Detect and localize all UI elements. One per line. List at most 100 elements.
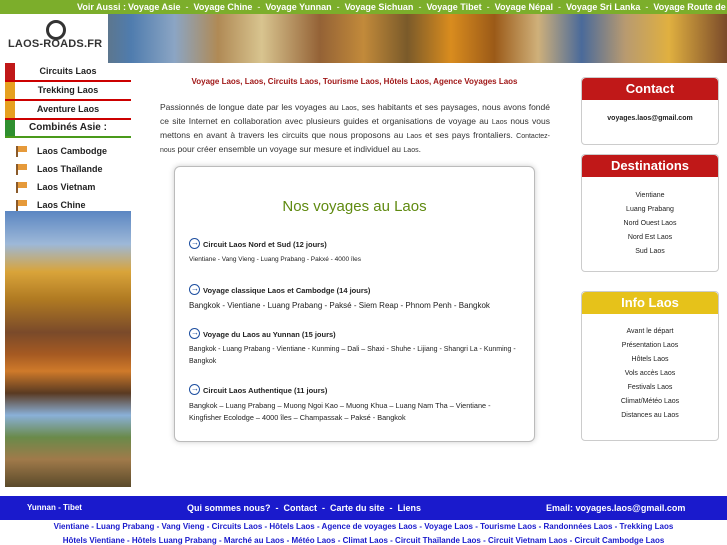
footer-seo-line-2[interactable]: Hôtels Vientiane - Hôtels Luang Prabang … (0, 534, 727, 545)
contact-title: Contact (582, 78, 718, 100)
trip-name[interactable]: Voyage du Laos au Yunnan (15 jours) (203, 330, 336, 339)
footer-email[interactable]: Email: voyages.laos@gmail.com (546, 496, 685, 520)
separator: - (322, 503, 326, 513)
trip-name[interactable]: Circuit Laos Nord et Sud (12 jours) (203, 240, 327, 249)
contact-email-link[interactable]: voyages.laos@gmail.com (582, 112, 718, 126)
separator: - (336, 2, 340, 12)
country-label: Laos Vietnam (37, 182, 96, 192)
sidebar: Circuits Laos Trekking Laos Aventure Lao… (5, 63, 131, 214)
arrow-right-icon (189, 237, 200, 249)
info-link-festivals[interactable]: Festivals Laos (582, 381, 718, 395)
top-bar-links: Voyage Asie - Voyage Chine - Voyage Yunnan - V… (128, 0, 727, 14)
trip-name[interactable]: Circuit Laos Authentique (11 jours) (203, 386, 327, 395)
voyages-title: Nos voyages au Laos (282, 198, 427, 215)
top-bar-link[interactable]: Voyage Sri Lanka (566, 2, 640, 12)
destination-link-sud[interactable]: Sud Laos (582, 245, 718, 259)
intro-text: pour créer ensemble un voyage sur mesure… (175, 144, 404, 154)
sidebar-photo-collage (5, 211, 131, 487)
footer-seo-line-1[interactable]: Vientiane - Luang Prabang - Vang Vieng -… (0, 520, 727, 534)
top-bar-link[interactable]: Voyage Yunnan (265, 2, 331, 12)
separator: - (418, 2, 422, 12)
separator: - (257, 2, 261, 12)
sidebar-item-label: Aventure Laos (36, 104, 100, 114)
destination-link-nord-ouest[interactable]: Nord Ouest Laos (582, 217, 718, 231)
footer-link[interactable]: Liens (398, 503, 422, 513)
destination-link-vientiane[interactable]: Vientiane (582, 189, 718, 203)
arrow-right-icon (189, 327, 200, 339)
info-link-vols[interactable]: Vols accès Laos (582, 367, 718, 381)
info-link-avant-depart[interactable]: Avant le départ (582, 325, 718, 339)
trip-route: Bangkok – Luang Prabang – Muong Ngoi Kao… (189, 401, 491, 422)
arrow-right-icon (189, 383, 200, 395)
top-bar-link[interactable]: Voyage Route de la Soie (653, 2, 727, 12)
info-link-hotels[interactable]: Hôtels Laos (582, 353, 718, 367)
separator: - (389, 503, 393, 513)
intro-paragraph: Passionnés de longue date par les voyage… (160, 101, 550, 157)
top-bar-link[interactable]: Voyage Asie (128, 2, 181, 12)
flag-icon (16, 200, 27, 211)
info-link-distances[interactable]: Distances au Laos (582, 409, 718, 423)
top-bar-link[interactable]: Voyage Sichuan (345, 2, 414, 12)
top-bar-link[interactable]: Voyage Chine (194, 2, 253, 12)
sidebar-marker (5, 101, 15, 118)
separator: - (645, 2, 649, 12)
contact-box: Contact voyages.laos@gmail.com (581, 77, 719, 145)
footer-link[interactable]: Carte du site (330, 503, 385, 513)
info-laos-box: Info Laos Avant le départ Présentation L… (581, 291, 719, 441)
sidebar-item-label: Circuits Laos (39, 66, 97, 76)
sidebar-heading: Combinés Asie : (5, 120, 131, 138)
intro-link[interactable]: Laos (407, 133, 422, 140)
footer-seo-links: Vientiane - Luang Prabang - Vang Vieng -… (0, 520, 727, 545)
trip-item[interactable]: Circuit Laos Nord et Sud (12 jours) Vien… (189, 237, 524, 266)
intro-link[interactable]: Laos (403, 147, 418, 154)
destinations-title: Destinations (582, 155, 718, 177)
sidebar-item-label: Trekking Laos (37, 85, 99, 95)
trip-item[interactable]: Voyage classique Laos et Cambodge (14 jo… (189, 283, 524, 312)
trip-route: Bangkok - Luang Prabang - Vientiane - Ku… (189, 346, 516, 365)
info-link-presentation[interactable]: Présentation Laos (582, 339, 718, 353)
sidebar-heading-label: Combinés Asie : (29, 122, 107, 133)
footer-left-link[interactable]: Yunnan - Tibet (27, 496, 82, 520)
top-bar-link[interactable]: Voyage Népal (495, 2, 553, 12)
sidebar-item-trekking[interactable]: Trekking Laos (5, 82, 131, 101)
intro-text: . (418, 144, 421, 154)
separator: - (185, 2, 189, 12)
flag-icon (16, 146, 27, 157)
header-banner: LAOS-ROADS.FR (0, 14, 727, 63)
top-link-bar: Voir Aussi : Voyage Asie - Voyage Chine - Vo… (0, 0, 727, 14)
trip-name[interactable]: Voyage classique Laos et Cambodge (14 jo… (203, 286, 370, 295)
country-label: Laos Chine (37, 200, 86, 210)
sidebar-item-aventure[interactable]: Aventure Laos (5, 101, 131, 120)
footer-link[interactable]: Qui sommes nous? (187, 503, 271, 513)
sidebar-item-laos-cambodge[interactable]: Laos Cambodge (5, 142, 131, 160)
flag-icon (16, 164, 27, 175)
logo-text: LAOS-ROADS.FR (8, 38, 103, 50)
destination-link-nord-est[interactable]: Nord Est Laos (582, 231, 718, 245)
info-link-climat[interactable]: Climat/Météo Laos (582, 395, 718, 409)
top-bar-link[interactable]: Voyage Tibet (426, 2, 481, 12)
trip-item[interactable]: Voyage du Laos au Yunnan (15 jours) Bang… (189, 327, 524, 368)
flag-icon (16, 182, 27, 193)
sidebar-marker (5, 120, 15, 136)
country-label: Laos Cambodge (37, 146, 108, 156)
separator: - (275, 503, 279, 513)
logo-circle-icon (46, 20, 66, 40)
sidebar-marker (5, 63, 15, 80)
footer-bar: Yunnan - Tibet Qui sommes nous? - Contact -… (0, 496, 727, 520)
footer-link[interactable]: Contact (284, 503, 318, 513)
sidebar-item-laos-thailande[interactable]: Laos Thaïlande (5, 160, 131, 178)
info-laos-title: Info Laos (582, 292, 718, 314)
top-bar-lead: Voir Aussi : (77, 2, 127, 12)
trip-route: Vientiane - Vang Vieng - Luang Prabang -… (189, 256, 362, 263)
sidebar-marker (5, 82, 15, 99)
trip-item[interactable]: Circuit Laos Authentique (11 jours) Bang… (189, 383, 524, 424)
intro-text: et ses pays frontaliers. (421, 130, 517, 140)
page-title: Voyage Laos, Laos, Circuits Laos, Touris… (191, 77, 518, 86)
sidebar-item-laos-vietnam[interactable]: Laos Vietnam (5, 178, 131, 196)
intro-link[interactable]: Laos (492, 119, 507, 126)
intro-link[interactable]: Laos (342, 105, 357, 112)
voyages-panel: Nos voyages au Laos Circuit Laos Nord et… (174, 166, 535, 442)
site-logo[interactable]: LAOS-ROADS.FR (0, 14, 108, 63)
destination-link-luang-prabang[interactable]: Luang Prabang (582, 203, 718, 217)
sidebar-item-circuits[interactable]: Circuits Laos (5, 63, 131, 82)
